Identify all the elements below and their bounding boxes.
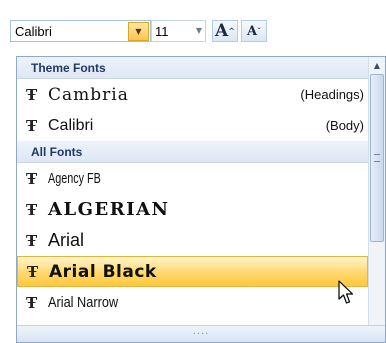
- font-item-label: Arial Black: [49, 261, 157, 282]
- shrink-font-button[interactable]: Aˇ: [241, 20, 267, 42]
- font-item-label: Arial: [48, 230, 85, 250]
- font-item-agency-fb[interactable]: Ŧ Agency FB: [17, 163, 368, 194]
- font-item-arial-narrow[interactable]: Ŧ Arial Narrow: [17, 287, 368, 318]
- mouse-pointer-icon: [338, 280, 354, 304]
- font-name-combobox[interactable]: Calibri ▼: [10, 20, 151, 42]
- font-item-arial[interactable]: Ŧ Arial: [17, 225, 368, 256]
- font-item-arial-black[interactable]: Ŧ Arial Black: [17, 256, 368, 287]
- truetype-icon: Ŧ: [26, 116, 38, 135]
- scrollbar-thumb[interactable]: [370, 74, 384, 242]
- grip-icon: [374, 154, 380, 162]
- vertical-scrollbar[interactable]: ▲: [368, 57, 385, 328]
- font-role-hint: (Body): [325, 118, 364, 133]
- font-item-cambria[interactable]: Ŧ Cambria (Headings): [17, 79, 368, 110]
- truetype-icon: Ŧ: [26, 169, 38, 188]
- font-item-label: Agency FB: [48, 170, 101, 187]
- font-item-label: ALGERIAN: [48, 199, 170, 220]
- grow-font-button[interactable]: A ^: [212, 20, 238, 42]
- font-size-value[interactable]: 11: [155, 24, 169, 39]
- font-item-label: Cambria: [48, 84, 129, 105]
- chevron-down-icon[interactable]: ▼: [128, 22, 149, 41]
- font-toolbar: Calibri ▼ 11 ▼ A ^ Aˇ: [8, 0, 386, 56]
- section-header-all-fonts: All Fonts: [17, 141, 368, 163]
- font-controls-row: Calibri ▼ 11 ▼ A ^ Aˇ: [10, 20, 386, 44]
- font-role-hint: (Headings): [300, 87, 364, 102]
- font-dropdown-panel: Theme Fonts Ŧ Cambria (Headings) Ŧ Calib…: [16, 56, 386, 343]
- shrink-font-label: A: [246, 23, 258, 39]
- grow-font-label: A: [215, 21, 229, 41]
- font-size-combobox[interactable]: 11 ▼: [151, 20, 206, 42]
- font-item-label: Arial Narrow: [48, 294, 119, 311]
- resize-grip[interactable]: ····: [17, 325, 385, 342]
- chevron-down-icon[interactable]: ▼: [196, 26, 202, 35]
- font-item-label: Calibri: [48, 116, 94, 134]
- truetype-icon: Ŧ: [26, 200, 38, 219]
- up-caret-icon: ^: [228, 26, 235, 36]
- truetype-icon: Ŧ: [26, 293, 38, 312]
- down-caret-icon: ˇ: [257, 26, 262, 36]
- truetype-icon: Ŧ: [26, 231, 38, 250]
- font-name-value[interactable]: Calibri: [15, 24, 52, 39]
- truetype-icon: Ŧ: [26, 85, 38, 104]
- section-header-theme-fonts: Theme Fonts: [17, 57, 368, 79]
- font-item-calibri[interactable]: Ŧ Calibri (Body): [17, 110, 368, 141]
- font-list: Theme Fonts Ŧ Cambria (Headings) Ŧ Calib…: [17, 57, 368, 328]
- truetype-icon: Ŧ: [27, 262, 39, 281]
- chevron-up-icon[interactable]: ▲: [369, 57, 385, 73]
- font-item-algerian[interactable]: Ŧ ALGERIAN: [17, 194, 368, 225]
